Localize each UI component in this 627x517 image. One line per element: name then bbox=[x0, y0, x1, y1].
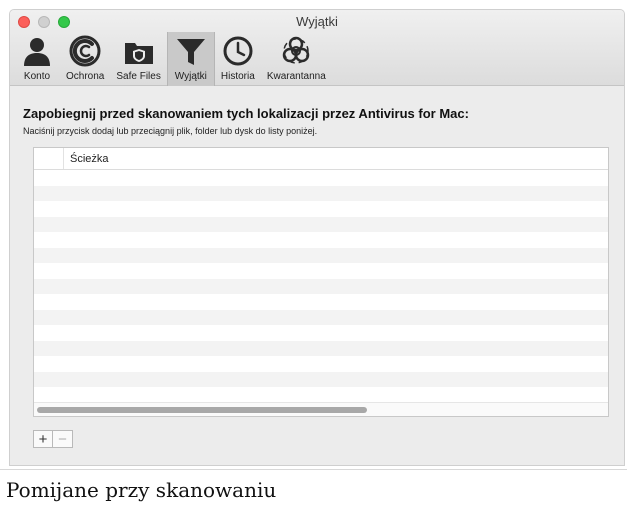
remove-button[interactable]: − bbox=[53, 430, 73, 448]
table-row[interactable] bbox=[34, 340, 608, 356]
add-remove-controls: + − bbox=[33, 430, 73, 448]
tab-label: Kwarantanna bbox=[266, 71, 326, 82]
tab-label: Safe Files bbox=[116, 71, 161, 82]
quarantine-biohazard-icon bbox=[283, 36, 310, 64]
preferences-toolbar: Konto Ochrona Safe Files Wyjątki Histori… bbox=[14, 32, 332, 86]
window-title: Wyjątki bbox=[296, 14, 338, 29]
tab-label: Historia bbox=[220, 71, 255, 82]
table-row[interactable] bbox=[34, 263, 608, 279]
table-row[interactable] bbox=[34, 170, 608, 186]
table-row[interactable] bbox=[34, 201, 608, 217]
tab-konto[interactable]: Konto bbox=[14, 32, 60, 86]
table-row[interactable] bbox=[34, 356, 608, 372]
checkbox-column-header[interactable] bbox=[34, 148, 64, 169]
safe-files-icon bbox=[124, 43, 153, 64]
table-row[interactable] bbox=[34, 278, 608, 294]
table-row[interactable] bbox=[34, 387, 608, 403]
tab-label: Konto bbox=[23, 71, 51, 82]
table-row[interactable] bbox=[34, 247, 608, 263]
account-icon bbox=[24, 38, 50, 66]
tab-wyjatki[interactable]: Wyjątki bbox=[166, 32, 215, 86]
tab-safe-files[interactable]: Safe Files bbox=[110, 32, 166, 86]
exceptions-table[interactable]: Ścieżka bbox=[33, 147, 609, 417]
table-row[interactable] bbox=[34, 325, 608, 341]
pane-heading: Zapobiegnij przed skanowaniem tych lokal… bbox=[23, 106, 469, 121]
add-button[interactable]: + bbox=[33, 430, 53, 448]
app-window: Wyjątki Konto Ochrona Safe Files Wyjątki… bbox=[9, 9, 625, 466]
tab-label: Ochrona bbox=[66, 71, 105, 82]
tab-historia[interactable]: Historia bbox=[215, 32, 261, 86]
table-row[interactable] bbox=[34, 371, 608, 387]
table-row[interactable] bbox=[34, 185, 608, 201]
protection-icon bbox=[69, 35, 101, 67]
table-header: Ścieżka bbox=[34, 148, 608, 170]
titlebar: Wyjątki Konto Ochrona Safe Files Wyjątki… bbox=[10, 10, 624, 86]
tab-kwarantanna[interactable]: Kwarantanna bbox=[261, 32, 332, 86]
scrollbar-thumb[interactable] bbox=[37, 407, 367, 413]
table-row[interactable] bbox=[34, 309, 608, 325]
tab-ochrona[interactable]: Ochrona bbox=[60, 32, 110, 86]
tab-label: Wyjątki bbox=[174, 71, 207, 82]
table-row[interactable] bbox=[34, 232, 608, 248]
exceptions-pane: Zapobiegnij przed skanowaniem tych lokal… bbox=[10, 87, 624, 465]
pane-instruction: Naciśnij przycisk dodaj lub przeciągnij … bbox=[23, 126, 318, 136]
caption: Pomijane przy skanowaniu bbox=[6, 478, 277, 502]
table-rows bbox=[34, 170, 608, 416]
history-clock-icon bbox=[223, 36, 253, 66]
exceptions-filter-icon bbox=[176, 39, 205, 65]
table-row[interactable] bbox=[34, 216, 608, 232]
divider bbox=[0, 469, 627, 470]
horizontal-scrollbar[interactable] bbox=[34, 402, 608, 416]
path-column-header[interactable]: Ścieżka bbox=[64, 148, 109, 169]
table-row[interactable] bbox=[34, 294, 608, 310]
